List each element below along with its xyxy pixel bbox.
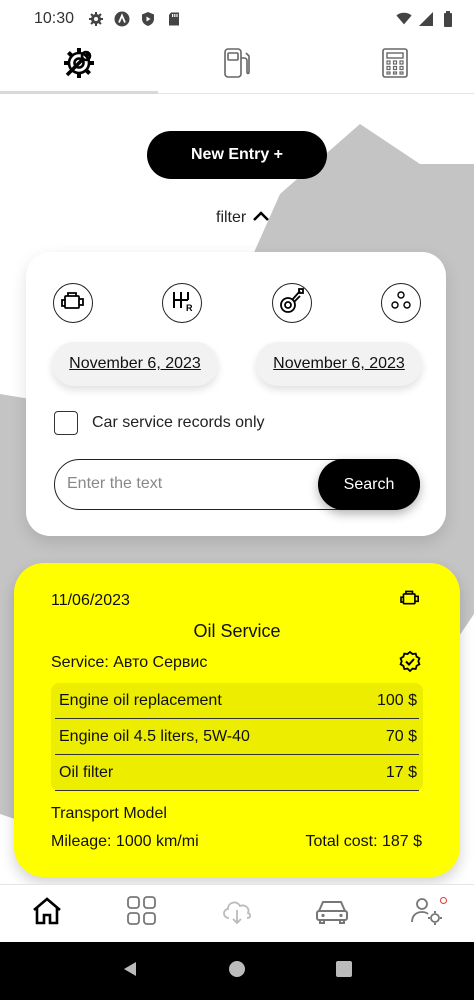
signal-icon	[418, 11, 434, 27]
date-from-field[interactable]: November 6, 2023	[52, 342, 218, 386]
filter-toggle[interactable]: filter	[216, 206, 270, 230]
bottom-nav	[0, 884, 474, 942]
svg-text:R: R	[186, 303, 193, 313]
user-settings-icon	[410, 896, 444, 931]
back-icon[interactable]	[121, 960, 139, 983]
status-bar: 10:30	[0, 0, 474, 38]
category-other[interactable]	[381, 283, 421, 323]
search-button[interactable]: Search	[318, 459, 420, 510]
item-cost: 70 $	[385, 727, 417, 745]
service-only-checkbox[interactable]	[54, 411, 78, 435]
status-time: 10:30	[34, 10, 75, 27]
category-suspension[interactable]	[272, 283, 312, 323]
nav-home[interactable]	[0, 885, 95, 942]
status-icons-left	[88, 11, 182, 27]
home-circle-icon[interactable]	[228, 960, 246, 983]
settings-icon	[88, 11, 104, 27]
system-nav-bar	[0, 942, 474, 1000]
gearbox-icon: R	[169, 288, 195, 319]
more-circles-icon	[389, 289, 413, 318]
record-item: Oil filter 17 $	[55, 755, 419, 791]
shield-play-icon	[140, 11, 156, 27]
battery-icon	[440, 11, 456, 27]
wifi-icon	[396, 11, 412, 27]
cloud-download-icon	[220, 896, 254, 931]
home-icon	[31, 896, 63, 931]
search-bar: Search	[54, 459, 420, 510]
engine-icon	[59, 290, 87, 317]
category-engine[interactable]	[53, 283, 93, 323]
nav-sync[interactable]	[190, 885, 447, 942]
search-input[interactable]	[67, 462, 317, 506]
nav-categories[interactable]	[95, 885, 190, 942]
record-item: Engine oil 4.5 liters, 5W-40 70 $	[55, 719, 419, 755]
calculator-icon	[380, 47, 410, 84]
verified-badge-icon	[398, 650, 422, 679]
record-service: Service: Авто Сервис	[51, 654, 208, 671]
date-to-field[interactable]: November 6, 2023	[256, 342, 422, 386]
nav-vehicles[interactable]	[284, 885, 379, 942]
nav-profile-settings[interactable]	[379, 885, 474, 942]
item-cost: 17 $	[385, 763, 417, 781]
record-date: 11/06/2023	[51, 592, 130, 609]
engine-icon	[398, 589, 422, 612]
fuel-pump-icon	[220, 46, 254, 85]
filter-label: filter	[216, 209, 247, 226]
new-entry-button[interactable]: New Entry +	[147, 131, 327, 179]
item-name: Oil filter	[59, 763, 114, 781]
record-total: Total cost: 187 $	[305, 833, 422, 850]
service-only-row[interactable]: Car service records only	[54, 411, 265, 435]
item-name: Engine oil replacement	[59, 691, 222, 709]
record-item: Engine oil replacement 100 $	[55, 683, 419, 719]
record-card[interactable]: 11/06/2023 Oil Service Service: Авто Сер…	[14, 563, 460, 877]
tab-calculator[interactable]	[316, 38, 474, 93]
tab-fuel[interactable]	[158, 38, 316, 93]
car-icon	[315, 897, 349, 930]
record-model: Transport Model	[51, 805, 167, 822]
item-cost: 100 $	[376, 691, 417, 709]
category-gearbox[interactable]: R	[162, 283, 202, 323]
status-icons-right	[396, 11, 456, 27]
record-mileage: Mileage: 1000 km/mi	[51, 833, 199, 850]
tab-maintenance[interactable]	[0, 38, 158, 94]
item-name: Engine oil 4.5 liters, 5W-40	[59, 727, 250, 745]
a-circle-icon	[114, 11, 130, 27]
chevron-up-icon	[252, 209, 270, 227]
record-title: Oil Service	[193, 621, 281, 641]
grid-icon	[126, 895, 158, 932]
sd-card-icon	[166, 11, 182, 27]
suspension-icon	[278, 287, 306, 320]
recents-icon[interactable]	[335, 960, 353, 983]
engine-wrench-icon	[61, 45, 97, 86]
service-only-label: Car service records only	[92, 414, 265, 431]
top-tabs	[0, 38, 474, 94]
record-items: Engine oil replacement 100 $ Engine oil …	[51, 683, 423, 791]
